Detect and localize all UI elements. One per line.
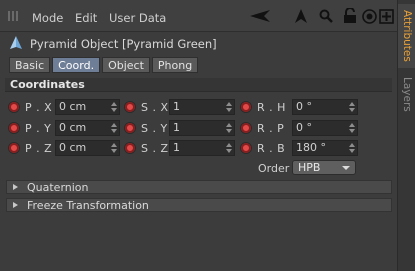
pos-z-property: P . Z 0 cm bbox=[8, 140, 120, 156]
scale-y-property: S . Y 1 bbox=[124, 120, 236, 136]
new-panel-icon[interactable] bbox=[378, 8, 394, 24]
menu-bar: Mode Edit User Data bbox=[0, 0, 397, 32]
pos-y-property: P . Y 0 cm bbox=[8, 120, 120, 136]
expand-arrow-icon[interactable] bbox=[13, 184, 18, 190]
attribute-tabs: Basic Coord. Object Phong bbox=[9, 57, 199, 73]
keyframe-radio-icon[interactable] bbox=[8, 142, 20, 154]
quaternion-group[interactable]: Quaternion bbox=[6, 180, 392, 194]
pos-z-value: 0 cm bbox=[59, 141, 87, 154]
freeze-transformation-group[interactable]: Freeze Transformation bbox=[6, 198, 392, 212]
pos-z-label: P . Z bbox=[25, 142, 53, 155]
keyframe-radio-icon[interactable] bbox=[124, 101, 136, 113]
rot-p-field[interactable]: 0 ° bbox=[292, 120, 358, 136]
menu-edit[interactable]: Edit bbox=[75, 11, 97, 25]
tab-object[interactable]: Object bbox=[102, 57, 150, 73]
freeze-transformation-label: Freeze Transformation bbox=[27, 199, 149, 212]
side-tab-layers-label: Layers bbox=[401, 76, 413, 112]
keyframe-radio-icon[interactable] bbox=[8, 101, 20, 113]
scale-z-field[interactable]: 1 bbox=[169, 140, 235, 156]
stepper-arrows-icon[interactable] bbox=[226, 123, 232, 133]
scale-x-value: 1 bbox=[173, 100, 180, 113]
pos-x-label: P . X bbox=[25, 101, 53, 114]
stepper-arrows-icon[interactable] bbox=[111, 102, 117, 112]
rot-p-property: R . P 0 ° bbox=[240, 120, 360, 136]
scale-z-label: S . Z bbox=[141, 142, 169, 155]
attributes-panel: Mode Edit User Data Pyramid Object [Pyra… bbox=[0, 0, 397, 271]
keyframe-radio-icon[interactable] bbox=[240, 142, 252, 154]
pos-z-field[interactable]: 0 cm bbox=[55, 140, 120, 156]
menu-mode[interactable]: Mode bbox=[32, 11, 63, 25]
rot-p-label: R . P bbox=[257, 122, 285, 135]
up-arrow-icon[interactable] bbox=[293, 8, 309, 24]
side-tab-attributes-label: Attributes bbox=[401, 10, 413, 62]
rot-h-label: R . H bbox=[257, 101, 286, 114]
rot-b-property: R . B 180 ° bbox=[240, 140, 360, 156]
order-label: Order bbox=[258, 162, 290, 175]
scale-x-label: S . X bbox=[141, 101, 169, 114]
keyframe-radio-icon[interactable] bbox=[240, 122, 252, 134]
rot-b-field[interactable]: 180 ° bbox=[292, 140, 358, 156]
coordinates-section-header: Coordinates bbox=[5, 78, 392, 92]
stepper-arrows-icon[interactable] bbox=[111, 143, 117, 153]
back-arrow-icon[interactable] bbox=[249, 8, 271, 24]
scale-y-label: S . Y bbox=[141, 122, 168, 135]
tab-phong[interactable]: Phong bbox=[151, 57, 199, 73]
scale-y-value: 1 bbox=[173, 121, 180, 134]
search-icon[interactable] bbox=[318, 8, 334, 24]
quaternion-label: Quaternion bbox=[27, 181, 89, 194]
scale-x-property: S . X 1 bbox=[124, 99, 236, 115]
panel-grip-icon[interactable] bbox=[8, 11, 18, 21]
rot-h-value: 0 ° bbox=[296, 100, 312, 113]
order-value: HPB bbox=[298, 161, 321, 174]
pos-x-field[interactable]: 0 cm bbox=[55, 99, 120, 115]
tab-basic[interactable]: Basic bbox=[9, 57, 51, 73]
stepper-arrows-icon[interactable] bbox=[349, 143, 355, 153]
keyframe-radio-icon[interactable] bbox=[240, 101, 252, 113]
rot-b-label: R . B bbox=[257, 142, 286, 155]
section-title: Coordinates bbox=[10, 78, 85, 91]
stepper-arrows-icon[interactable] bbox=[111, 123, 117, 133]
rot-p-value: 0 ° bbox=[296, 121, 312, 134]
keyframe-radio-icon[interactable] bbox=[124, 122, 136, 134]
object-header: Pyramid Object [Pyramid Green] bbox=[0, 33, 397, 55]
scale-z-value: 1 bbox=[173, 141, 180, 154]
menu-user-data[interactable]: User Data bbox=[109, 11, 166, 25]
keyframe-radio-icon[interactable] bbox=[124, 142, 136, 154]
scale-x-field[interactable]: 1 bbox=[169, 99, 235, 115]
rot-h-field[interactable]: 0 ° bbox=[292, 99, 358, 115]
scale-y-field[interactable]: 1 bbox=[169, 120, 235, 136]
side-tab-attributes[interactable]: Attributes bbox=[398, 4, 415, 68]
scale-z-property: S . Z 1 bbox=[124, 140, 236, 156]
pos-y-value: 0 cm bbox=[59, 121, 87, 134]
stepper-arrows-icon[interactable] bbox=[349, 123, 355, 133]
order-dropdown[interactable]: HPB bbox=[292, 160, 356, 175]
stepper-arrows-icon[interactable] bbox=[349, 102, 355, 112]
rot-b-value: 180 ° bbox=[296, 141, 326, 154]
pos-y-label: P . Y bbox=[25, 122, 52, 135]
lock-icon[interactable] bbox=[342, 8, 358, 24]
pos-x-value: 0 cm bbox=[59, 100, 87, 113]
chevron-down-icon bbox=[342, 166, 350, 170]
side-tab-strip: Attributes Layers bbox=[397, 0, 415, 271]
target-icon[interactable] bbox=[361, 8, 377, 24]
pos-x-property: P . X 0 cm bbox=[8, 99, 120, 115]
pyramid-icon bbox=[9, 36, 23, 50]
expand-arrow-icon[interactable] bbox=[13, 202, 18, 208]
pos-y-field[interactable]: 0 cm bbox=[55, 120, 120, 136]
stepper-arrows-icon[interactable] bbox=[226, 102, 232, 112]
keyframe-radio-icon[interactable] bbox=[8, 122, 20, 134]
side-tab-layers[interactable]: Layers bbox=[398, 72, 415, 116]
stepper-arrows-icon[interactable] bbox=[226, 143, 232, 153]
rot-h-property: R . H 0 ° bbox=[240, 99, 360, 115]
object-title: Pyramid Object [Pyramid Green] bbox=[30, 37, 217, 51]
tab-coord[interactable]: Coord. bbox=[52, 57, 101, 73]
